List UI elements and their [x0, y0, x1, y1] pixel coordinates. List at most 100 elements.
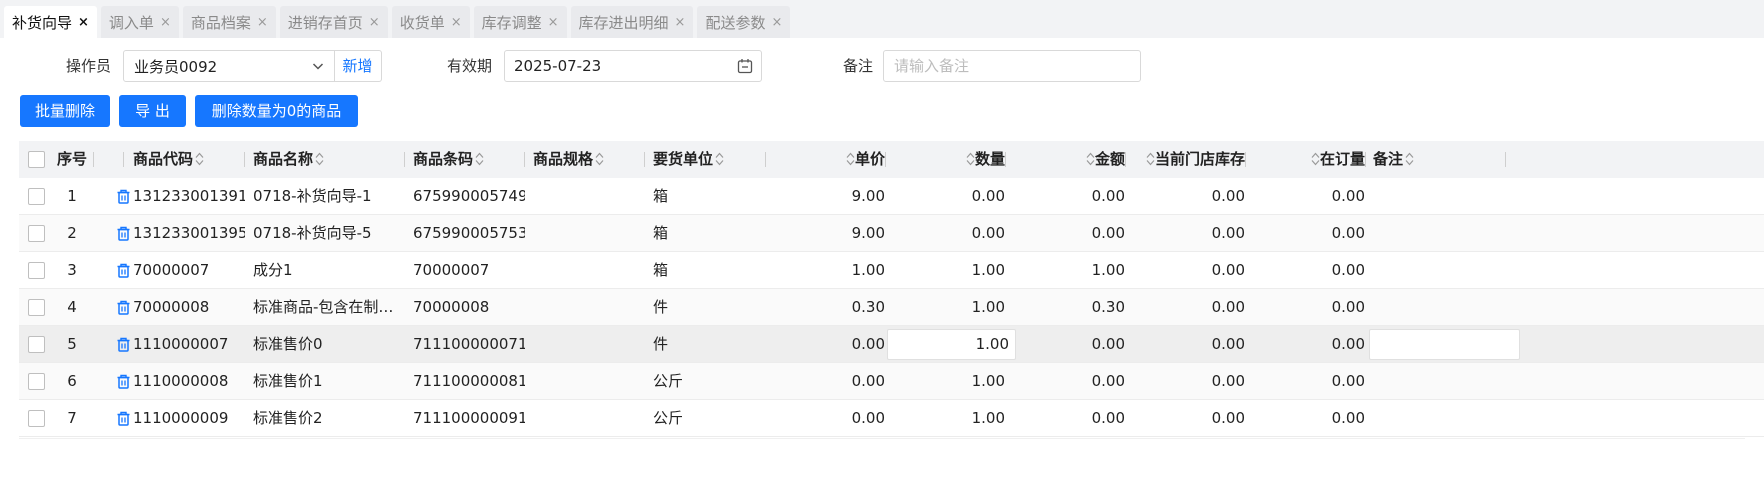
remark-cell-input[interactable] [1369, 329, 1520, 360]
column-divider[interactable] [1245, 152, 1246, 167]
row-checkbox[interactable] [28, 225, 45, 242]
cell-stock: 0.00 [1211, 372, 1245, 390]
tab-1[interactable]: 调入单 × [100, 6, 179, 38]
add-operator-button[interactable]: 新增 [334, 50, 382, 82]
sort-icon[interactable] [846, 152, 855, 166]
table-row[interactable]: 5 1110000007 标准售价0 711100000071 件 0.00 1.00 0.0… [19, 326, 1764, 363]
remark-input[interactable] [883, 50, 1141, 82]
column-divider[interactable] [93, 152, 94, 167]
trash-icon[interactable] [115, 336, 132, 353]
cell-barcode: 675990005753 [413, 224, 525, 242]
header-unit[interactable]: 要货单位 [653, 141, 765, 178]
tab-4[interactable]: 收货单 × [391, 6, 470, 38]
tab-5[interactable]: 库存调整 × [473, 6, 567, 38]
column-divider[interactable] [1365, 152, 1366, 167]
close-icon[interactable]: × [257, 15, 268, 30]
operator-select[interactable]: 业务员0092 [123, 50, 335, 82]
close-icon[interactable]: × [771, 15, 782, 30]
sort-icon[interactable] [475, 152, 484, 166]
cell-index: 6 [67, 372, 77, 390]
cell-onorder: 0.00 [1331, 372, 1365, 390]
cell-onorder: 0.00 [1331, 187, 1365, 205]
table-row[interactable]: 3 70000007 成分1 70000007 箱 1.00 1.00 1.00 0.00 0.0… [19, 252, 1764, 289]
row-checkbox[interactable] [28, 410, 45, 427]
column-divider[interactable] [123, 152, 124, 167]
column-divider[interactable] [404, 152, 405, 167]
valid-date-picker[interactable]: 2025-07-23 [504, 50, 762, 82]
table-row[interactable]: 2 131233001395 0718-补货向导-5 675990005753 箱 9.0… [19, 215, 1764, 252]
cell-remark [1373, 363, 1503, 400]
header-price[interactable]: 单价 [773, 141, 885, 178]
table-row[interactable]: 1 131233001391 0718-补货向导-1 675990005749 箱 9.0… [19, 178, 1764, 215]
qty-input[interactable]: 1.00 [887, 329, 1016, 360]
column-divider[interactable] [1505, 152, 1506, 167]
tab-7[interactable]: 配送参数 × [697, 6, 791, 38]
table-bottom-border [19, 438, 1745, 439]
cell-unit: 箱 [653, 187, 669, 205]
row-checkbox[interactable] [28, 188, 45, 205]
cell-spec [533, 252, 645, 289]
cell-code: 1110000007 [133, 335, 229, 353]
row-checkbox[interactable] [28, 299, 45, 316]
column-divider[interactable] [765, 152, 766, 167]
trash-icon[interactable] [115, 262, 132, 279]
table-row[interactable]: 6 1110000008 标准售价1 711100000081 公斤 0.00 1.00 0.… [19, 363, 1764, 400]
batch-delete-button[interactable]: 批量删除 [20, 95, 110, 127]
trash-icon[interactable] [115, 188, 132, 205]
table-row[interactable]: 4 70000008 标准商品-包含在制… 70000008 件 0.30 1.00 0.30… [19, 289, 1764, 326]
goods-table: 序号 商品代码 商品名称 商品条码 商品规格 要货单位 单价 数量 金额 当前门店库存 在订量 备注 … [19, 141, 1764, 437]
header-remark[interactable]: 备注 [1373, 141, 1503, 178]
row-checkbox[interactable] [28, 262, 45, 279]
sort-icon[interactable] [195, 152, 204, 166]
header-barcode[interactable]: 商品条码 [413, 141, 525, 178]
header-spec[interactable]: 商品规格 [533, 141, 645, 178]
tab-0[interactable]: 补货向导 × [4, 6, 97, 38]
tab-6[interactable]: 库存进出明细 × [570, 6, 694, 38]
select-all-checkbox[interactable] [28, 151, 45, 168]
close-icon[interactable]: × [548, 15, 559, 30]
table-row[interactable]: 7 1110000009 标准售价2 711100000091 公斤 0.00 1.00 0.… [19, 400, 1764, 437]
header-spec-label: 商品规格 [533, 150, 594, 168]
close-icon[interactable]: × [675, 15, 686, 30]
sort-icon[interactable] [1405, 152, 1414, 166]
export-button[interactable]: 导 出 [119, 95, 186, 127]
delete-zero-qty-button[interactable]: 删除数量为0的商品 [195, 95, 358, 127]
trash-icon[interactable] [115, 373, 132, 390]
row-checkbox[interactable] [28, 336, 45, 353]
column-divider[interactable] [885, 152, 886, 167]
cell-index: 4 [67, 298, 77, 316]
cell-barcode: 70000007 [413, 261, 490, 279]
sort-icon[interactable] [1086, 152, 1095, 166]
close-icon[interactable]: × [369, 15, 380, 30]
tab-3[interactable]: 进销存首页 × [279, 6, 388, 38]
cell-unit: 公斤 [653, 372, 684, 390]
sort-icon[interactable] [1146, 152, 1155, 166]
trash-icon[interactable] [115, 410, 132, 427]
column-divider[interactable] [1005, 152, 1006, 167]
column-divider[interactable] [1125, 152, 1126, 167]
sort-icon[interactable] [1311, 152, 1320, 166]
sort-icon[interactable] [715, 152, 724, 166]
cell-spec [533, 289, 645, 326]
close-icon[interactable]: × [78, 15, 89, 30]
tab-2[interactable]: 商品档案 × [182, 6, 276, 38]
sort-icon[interactable] [595, 152, 604, 166]
header-code[interactable]: 商品代码 [133, 141, 245, 178]
close-icon[interactable]: × [451, 15, 462, 30]
sort-icon[interactable] [966, 152, 975, 166]
cell-onorder: 0.00 [1331, 335, 1365, 353]
sort-icon[interactable] [315, 152, 324, 166]
trash-icon[interactable] [115, 299, 132, 316]
cell-name: 0718-补货向导-1 [253, 187, 372, 205]
cell-stock: 0.00 [1211, 187, 1245, 205]
header-qty[interactable]: 数量 [893, 141, 1005, 178]
trash-icon[interactable] [115, 225, 132, 242]
header-amount[interactable]: 金额 [1013, 141, 1125, 178]
operator-value: 业务员0092 [134, 57, 218, 76]
header-stock[interactable]: 当前门店库存 [1133, 141, 1245, 178]
header-onorder[interactable]: 在订量 [1253, 141, 1365, 178]
cell-name: 标准售价2 [253, 409, 323, 427]
row-checkbox[interactable] [28, 373, 45, 390]
close-icon[interactable]: × [160, 15, 171, 30]
header-name[interactable]: 商品名称 [253, 141, 403, 178]
